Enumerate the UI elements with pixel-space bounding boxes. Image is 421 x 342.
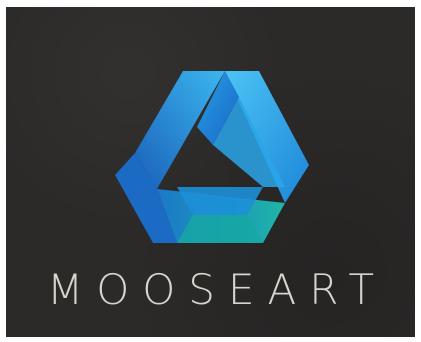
logo-card: MOOSEART (6, 7, 415, 337)
penrose-triangle-icon (115, 71, 309, 243)
logo-center-hole (199, 161, 231, 185)
brand-name: MOOSEART (46, 265, 388, 314)
